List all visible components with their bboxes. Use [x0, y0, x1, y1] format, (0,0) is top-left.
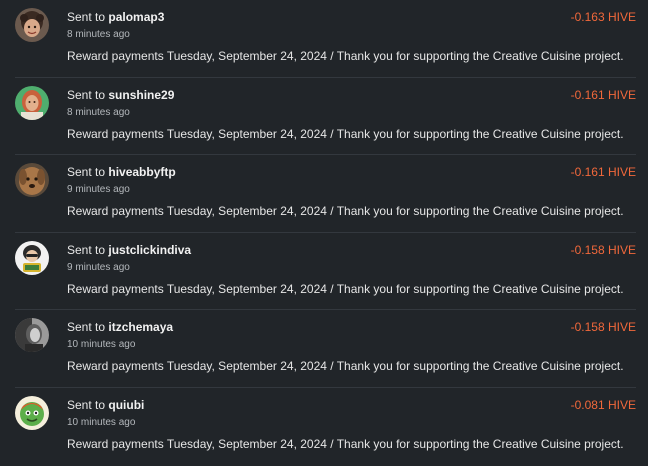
avatar-icon[interactable] [15, 85, 49, 120]
memo-text: Reward payments Tuesday, September 24, 2… [67, 437, 624, 451]
recipient-username-link[interactable]: hiveabbyftp [108, 165, 175, 179]
timestamp: 8 minutes ago [67, 29, 130, 40]
amount-value: -0.081 HIVE [570, 398, 636, 412]
sent-to-label: Sent to [67, 10, 106, 24]
sent-to-label: Sent to [67, 87, 106, 102]
timestamp: 10 minutes ago [67, 417, 136, 428]
transfer-row: Sent to quiubi 10 minutes ago -0.081 HIV… [15, 388, 636, 466]
recipient-username-link[interactable]: sunshine29 [108, 88, 174, 102]
timestamp: 9 minutes ago [67, 184, 130, 196]
sent-to-label: Sent to [67, 165, 106, 180]
transfer-row: Sent to palomap3 8 minutes ago -0.163 HI… [15, 0, 636, 78]
transfer-history-list: Sent to palomap3 8 minutes ago -0.163 HI… [0, 0, 648, 464]
timestamp: 9 minutes ago [67, 261, 130, 273]
avatar-icon[interactable] [15, 318, 49, 353]
amount-value: -0.158 HIVE [570, 242, 636, 257]
recipient-line: Sent to palomap3 [67, 10, 164, 24]
memo-text: Reward payments Tuesday, September 24, 2… [67, 204, 624, 219]
sent-to-label: Sent to [67, 398, 106, 412]
memo-text: Reward payments Tuesday, September 24, 2… [67, 281, 624, 296]
avatar-icon[interactable] [15, 8, 49, 42]
timestamp: 10 minutes ago [67, 339, 136, 351]
recipient-username-link[interactable]: justclickindiva [108, 243, 191, 257]
transfer-row: Sent to justclickindiva 9 minutes ago -0… [15, 233, 636, 311]
timestamp: 8 minutes ago [67, 106, 130, 118]
memo-text: Reward payments Tuesday, September 24, 2… [67, 359, 624, 374]
recipient-line: Sent to sunshine29 [67, 88, 174, 102]
amount-value: -0.158 HIVE [570, 320, 636, 335]
recipient-username-link[interactable]: quiubi [108, 398, 144, 412]
recipient-line: Sent to itzchemaya [67, 320, 173, 334]
memo-text: Reward payments Tuesday, September 24, 2… [67, 126, 624, 141]
transfer-row: Sent to itzchemaya 10 minutes ago -0.158… [15, 310, 636, 388]
recipient-username-link[interactable]: itzchemaya [108, 320, 173, 334]
recipient-line: Sent to quiubi [67, 398, 144, 412]
transfer-row: Sent to hiveabbyftp 9 minutes ago -0.161… [15, 155, 636, 233]
sent-to-label: Sent to [67, 242, 106, 257]
recipient-line: Sent to hiveabbyftp [67, 165, 176, 179]
amount-value: -0.161 HIVE [570, 87, 636, 102]
sent-to-label: Sent to [67, 320, 106, 335]
memo-text: Reward payments Tuesday, September 24, 2… [67, 49, 624, 63]
amount-value: -0.163 HIVE [570, 10, 636, 24]
recipient-username-link[interactable]: palomap3 [108, 10, 164, 24]
transfer-row: Sent to sunshine29 8 minutes ago -0.161 … [15, 78, 636, 156]
avatar-icon[interactable] [15, 240, 49, 275]
amount-value: -0.161 HIVE [570, 165, 636, 180]
avatar-icon[interactable] [15, 163, 49, 198]
avatar-icon[interactable] [15, 396, 49, 430]
recipient-line: Sent to justclickindiva [67, 243, 191, 257]
